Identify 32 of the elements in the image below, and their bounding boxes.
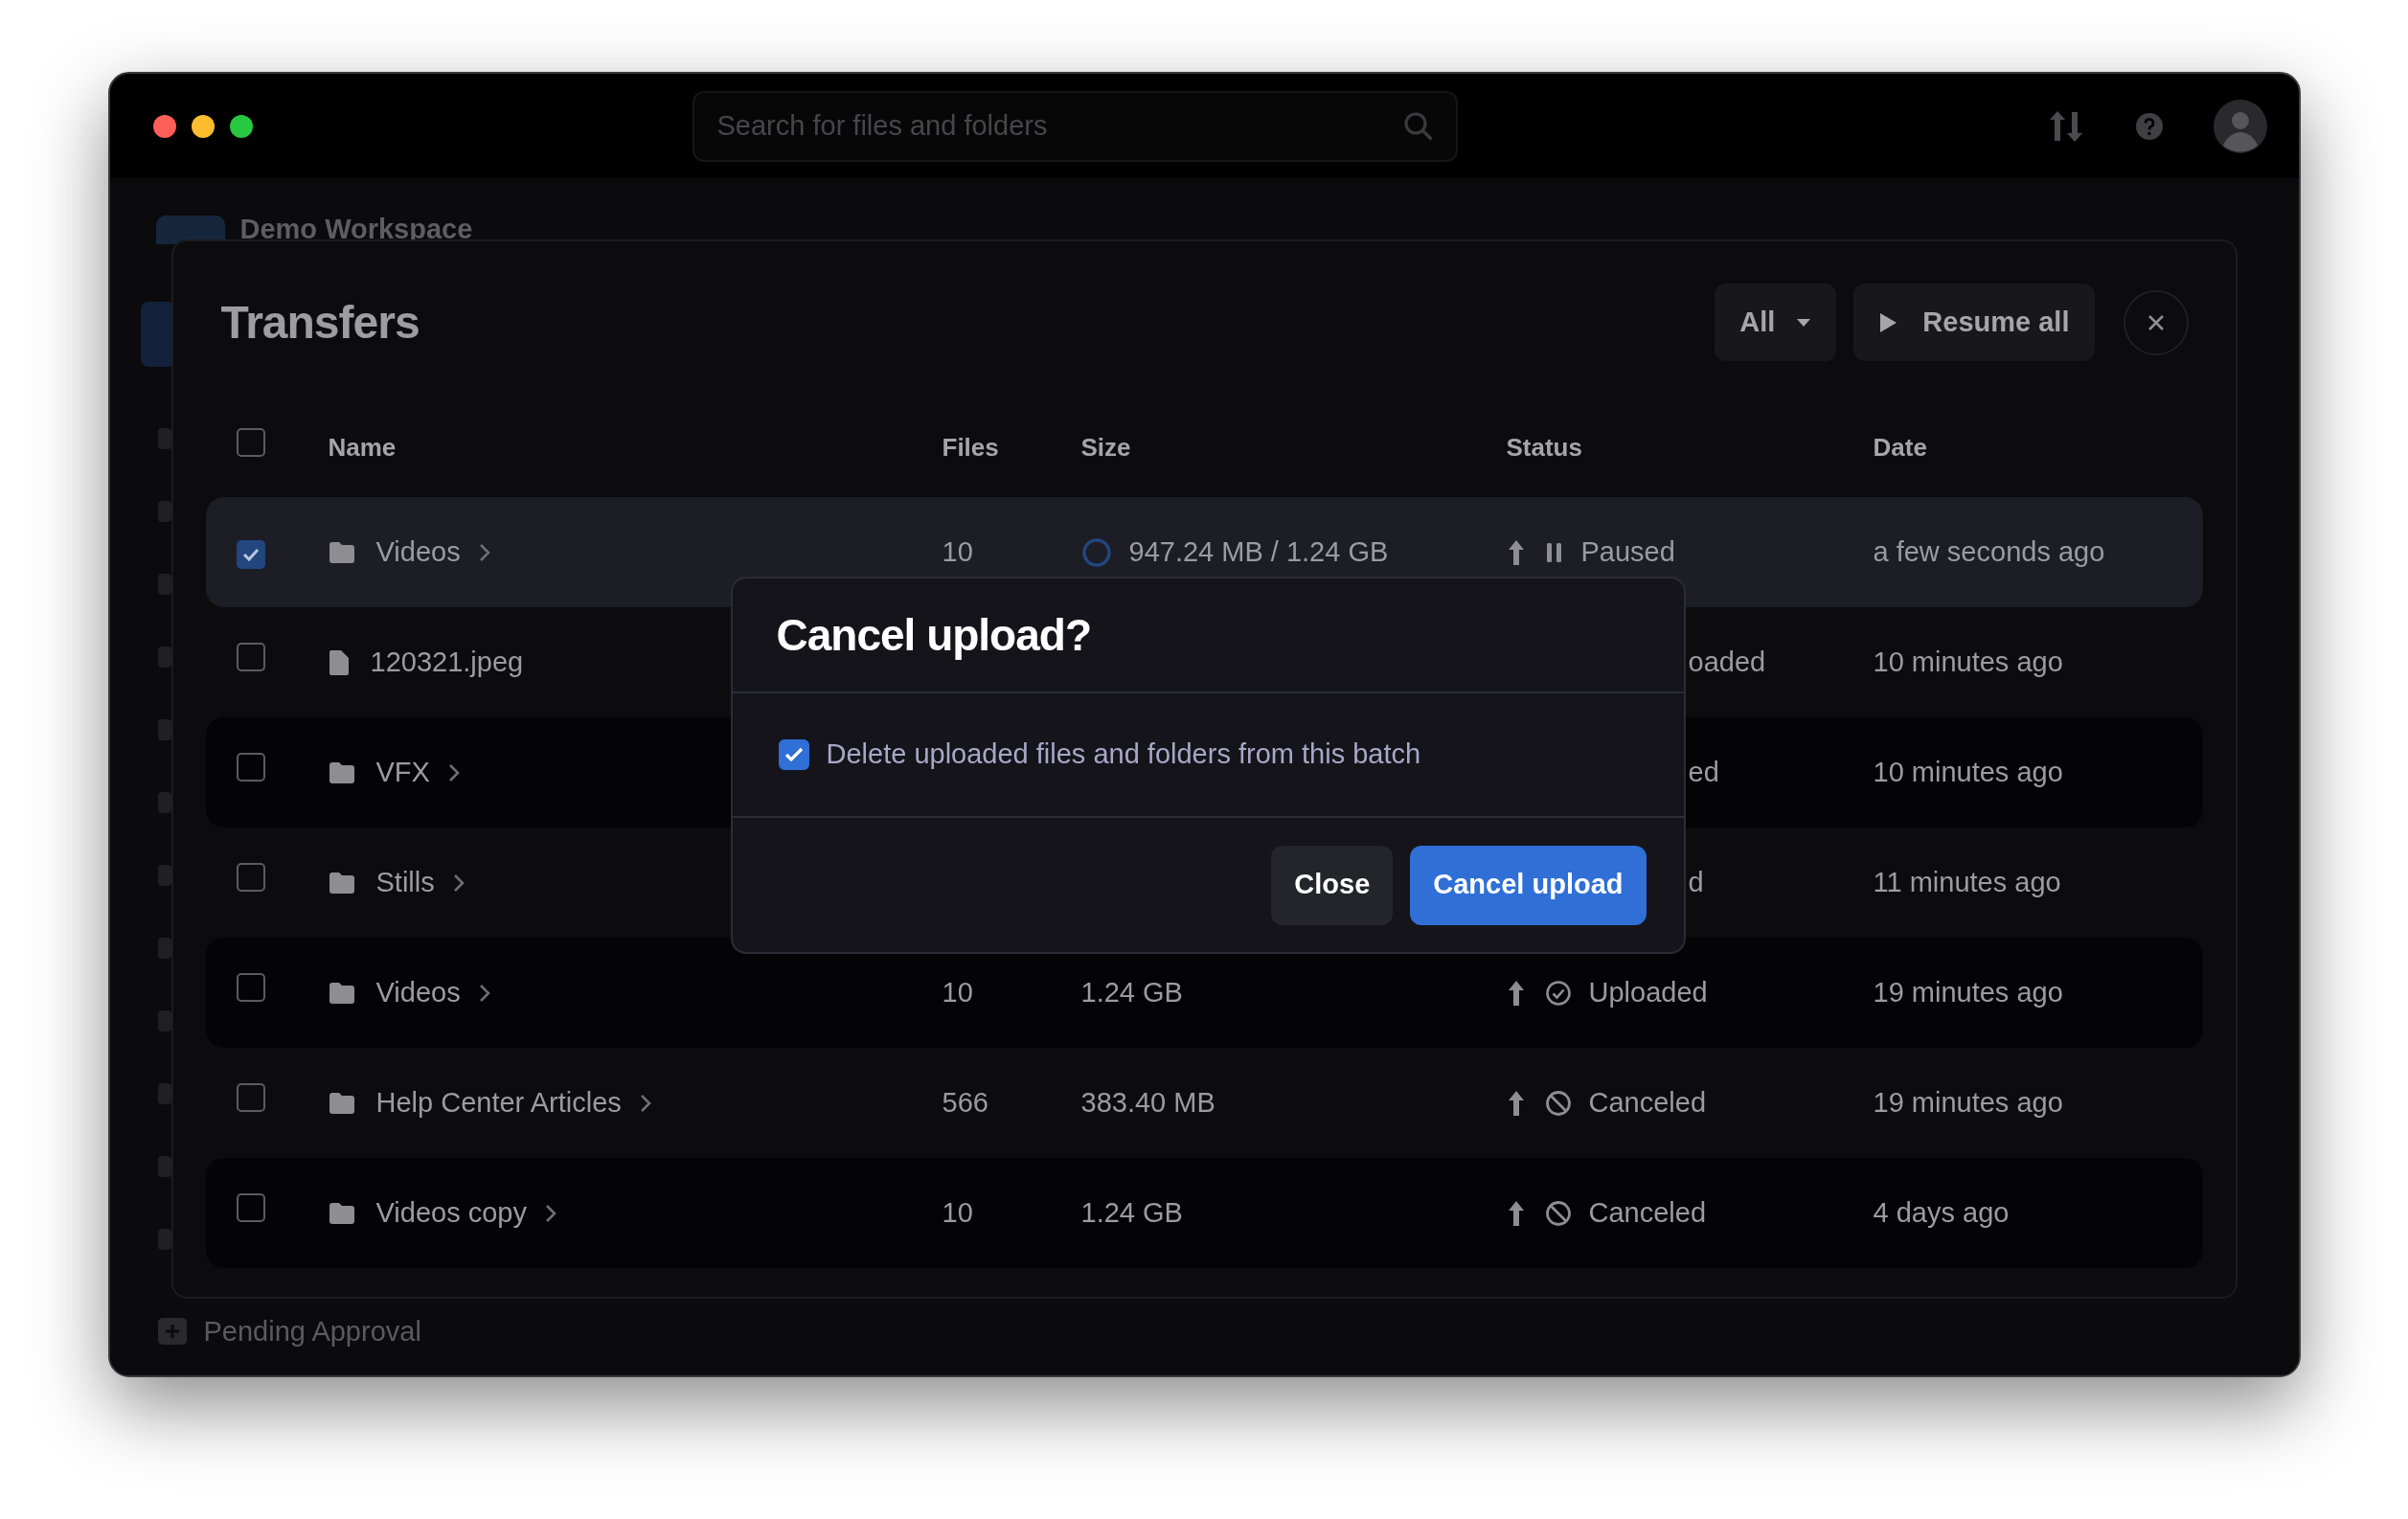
size-text: 383.40 MB xyxy=(1080,1085,1215,1120)
file-name: Videos xyxy=(375,975,461,1009)
file-name: VFX xyxy=(375,755,430,789)
status-text: Uploaded xyxy=(1588,975,1708,1009)
status-text: Canceled xyxy=(1588,1085,1707,1120)
file-count: 10 xyxy=(942,1196,973,1228)
file-count: 10 xyxy=(942,535,973,567)
date-text: 10 minutes ago xyxy=(1873,646,2063,677)
status-text: Canceled xyxy=(1588,1195,1707,1230)
status-text: oaded xyxy=(1688,645,1766,679)
file-name: Videos xyxy=(375,534,461,569)
dialog-title: Cancel upload? xyxy=(776,608,1091,662)
file-count: 10 xyxy=(942,976,973,1008)
date-text: a few seconds ago xyxy=(1873,535,2105,567)
date-text: 4 days ago xyxy=(1873,1196,2010,1228)
date-text: 19 minutes ago xyxy=(1873,1086,2063,1118)
status-text: d xyxy=(1688,865,1704,899)
date-text: 11 minutes ago xyxy=(1873,866,2061,897)
panel-title: Transfers xyxy=(220,295,420,350)
workspace-name: Demo Workspace xyxy=(239,213,473,246)
date-text: 19 minutes ago xyxy=(1873,976,2063,1008)
file-name: 120321.jpeg xyxy=(370,645,524,679)
size-text: 1.24 GB xyxy=(1080,1195,1183,1230)
size-text: 947.24 MB / 1.24 GB xyxy=(1128,534,1389,569)
status-text: ed xyxy=(1688,755,1719,789)
status-text: Paused xyxy=(1580,534,1675,569)
size-text: 1.24 GB xyxy=(1080,975,1183,1009)
file-count: 566 xyxy=(942,1086,988,1118)
file-name: Stills xyxy=(375,865,435,899)
file-name: Help Center Articles xyxy=(375,1085,622,1120)
date-text: 10 minutes ago xyxy=(1873,756,2063,787)
file-name: Videos copy xyxy=(375,1195,527,1230)
